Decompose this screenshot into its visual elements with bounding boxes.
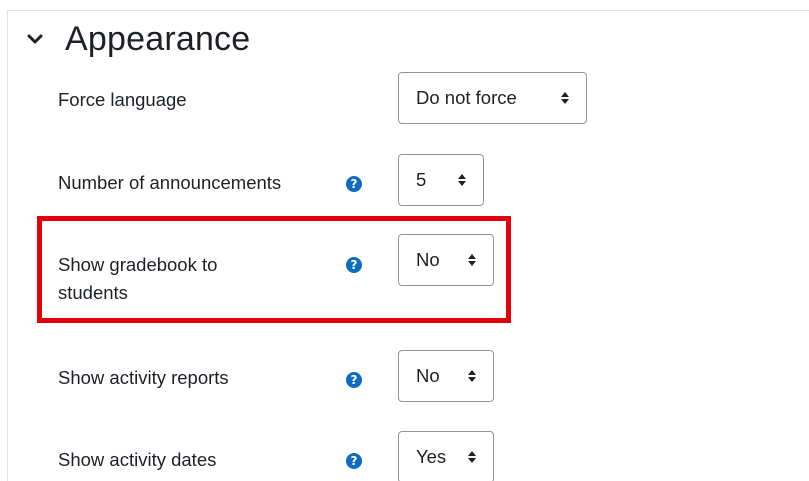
setting-label: Show activity dates [58,449,217,470]
chevron-down-icon [27,34,43,44]
show-activity-reports-select[interactable]: No [398,350,494,402]
select-value: No [416,249,440,270]
settings-page: Appearance Force language Do not force N… [0,0,809,481]
question-circle-icon[interactable]: ? [346,257,362,273]
show-gradebook-select[interactable]: No [398,234,494,286]
section-title: Appearance [65,19,251,58]
question-circle-icon[interactable]: ? [346,453,362,469]
sort-caret-icon [561,92,569,104]
sort-caret-icon [458,174,466,186]
select-value: Yes [416,446,447,467]
sort-caret-icon [468,451,476,463]
question-circle-icon[interactable]: ? [346,372,362,388]
setting-label: Show gradebook to students [58,254,218,303]
force-language-select[interactable]: Do not force [398,72,587,124]
sort-caret-icon [468,254,476,266]
show-activity-dates-select[interactable]: Yes [398,431,494,481]
appearance-section-toggle[interactable]: Appearance [26,15,250,63]
setting-label: Number of announcements [58,172,282,193]
select-value: Do not force [416,87,517,108]
number-of-announcements-select[interactable]: 5 [398,154,484,206]
select-value: No [416,365,440,386]
question-circle-icon[interactable]: ? [346,176,362,192]
select-value: 5 [416,169,427,190]
sort-caret-icon [468,370,476,382]
setting-label: Force language [58,89,187,110]
setting-label: Show activity reports [58,367,229,388]
